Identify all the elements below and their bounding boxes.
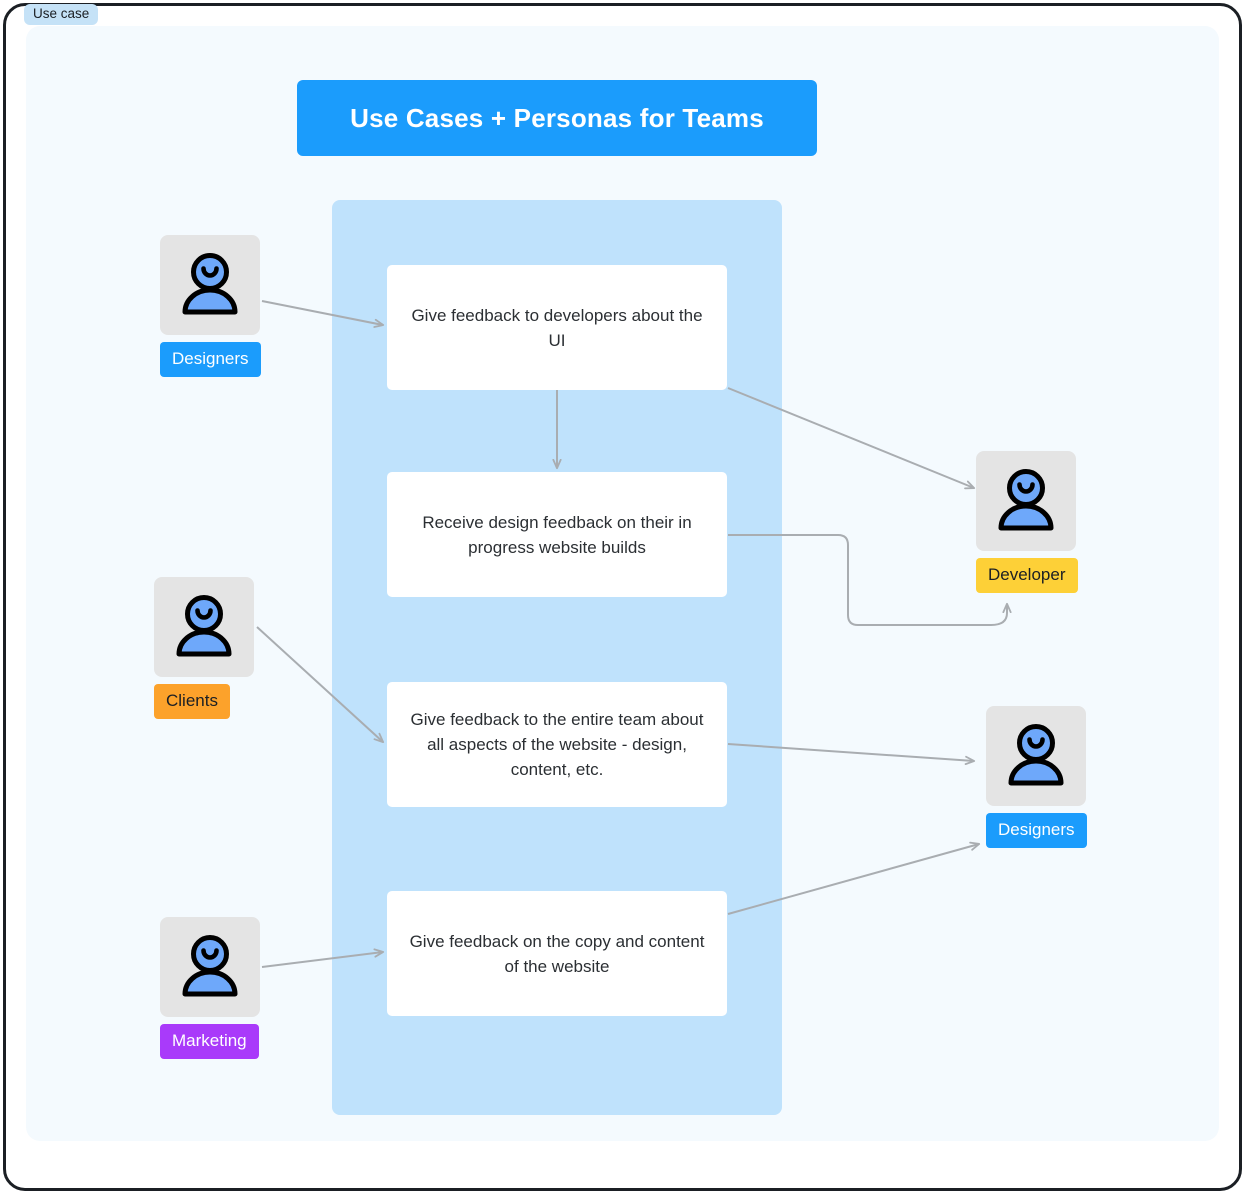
use-case-box[interactable]: Receive design feedback on their in prog… bbox=[387, 472, 727, 597]
actor-marketing[interactable]: Marketing bbox=[160, 917, 260, 1059]
actor-label[interactable]: Developer bbox=[976, 558, 1078, 593]
person-icon bbox=[154, 577, 254, 677]
actor-label[interactable]: Designers bbox=[160, 342, 261, 377]
use-case-box[interactable]: Give feedback to the entire team about a… bbox=[387, 682, 727, 807]
actor-designers-left[interactable]: Designers bbox=[160, 235, 261, 377]
use-case-diagram-root: Use case Use Cases + Personas for Teams bbox=[0, 0, 1245, 1194]
person-icon bbox=[160, 235, 260, 335]
diagram-title-banner: Use Cases + Personas for Teams bbox=[297, 80, 817, 156]
actor-label[interactable]: Designers bbox=[986, 813, 1087, 848]
actor-designers-right[interactable]: Designers bbox=[986, 706, 1087, 848]
person-icon bbox=[986, 706, 1086, 806]
use-case-box[interactable]: Give feedback on the copy and content of… bbox=[387, 891, 727, 1016]
person-icon bbox=[976, 451, 1076, 551]
actor-label[interactable]: Clients bbox=[154, 684, 230, 719]
diagram-type-tag: Use case bbox=[24, 4, 99, 25]
diagram-canvas: Use Cases + Personas for Teams Give feed… bbox=[26, 26, 1219, 1141]
actor-developer[interactable]: Developer bbox=[976, 451, 1078, 593]
use-case-box[interactable]: Give feedback to developers about the UI bbox=[387, 265, 727, 390]
person-icon bbox=[160, 917, 260, 1017]
actor-clients[interactable]: Clients bbox=[154, 577, 254, 719]
actor-label[interactable]: Marketing bbox=[160, 1024, 259, 1059]
